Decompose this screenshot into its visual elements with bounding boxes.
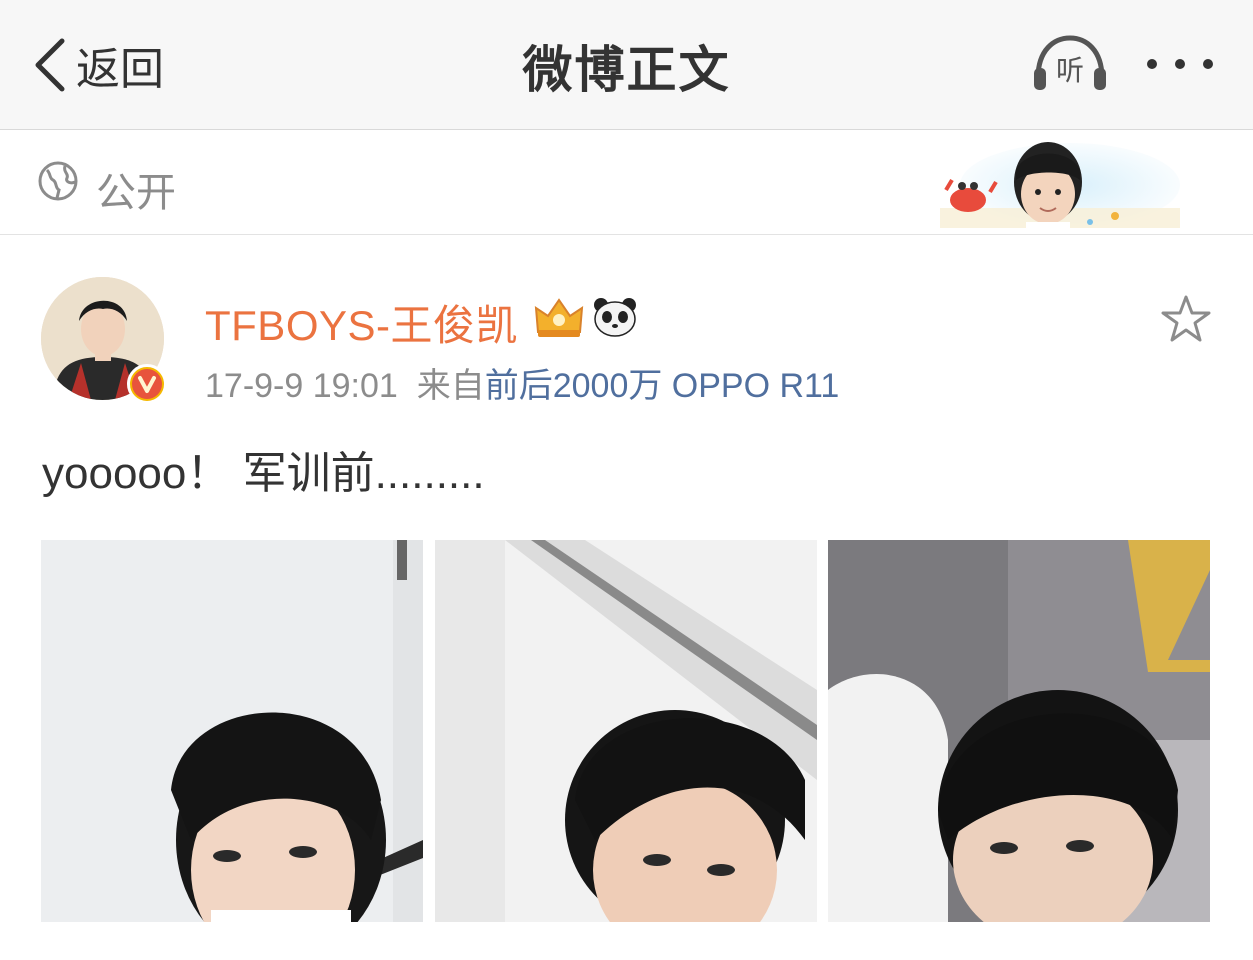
verified-v-icon xyxy=(132,369,162,399)
more-button[interactable] xyxy=(1140,44,1220,84)
post-time: 17-9-9 19:01 xyxy=(205,367,398,405)
globe-icon xyxy=(38,161,78,201)
listen-button[interactable]: 听 xyxy=(1030,34,1110,94)
post-source-link[interactable]: 前后2000万 OPPO R11 xyxy=(485,367,840,405)
crown-icon[interactable] xyxy=(532,294,586,340)
listen-label: 听 xyxy=(1056,54,1084,87)
post-photo-1[interactable] xyxy=(41,540,423,922)
more-dots-icon xyxy=(1147,59,1213,69)
navbar: 返回 微博正文 听 xyxy=(0,0,1253,130)
visibility-row: 公开 xyxy=(0,130,1253,235)
post-photo-3[interactable] xyxy=(828,540,1210,922)
visibility-label: 公开 xyxy=(96,170,176,216)
post-photo-2[interactable] xyxy=(435,540,817,922)
star-icon[interactable] xyxy=(1160,294,1212,344)
username[interactable]: TFBOYS-王俊凯 xyxy=(205,292,518,353)
post-text: yooooo！ 军训前......... xyxy=(42,449,485,498)
panda-icon[interactable] xyxy=(592,296,638,338)
verified-badge xyxy=(127,364,167,404)
post-meta: 17-9-9 19:01 来自前后2000万 OPPO R11 xyxy=(205,358,839,407)
card-background-banner[interactable] xyxy=(940,130,1180,234)
headphones-icon: 听 xyxy=(1034,35,1106,90)
from-label: 来自 xyxy=(416,367,485,405)
